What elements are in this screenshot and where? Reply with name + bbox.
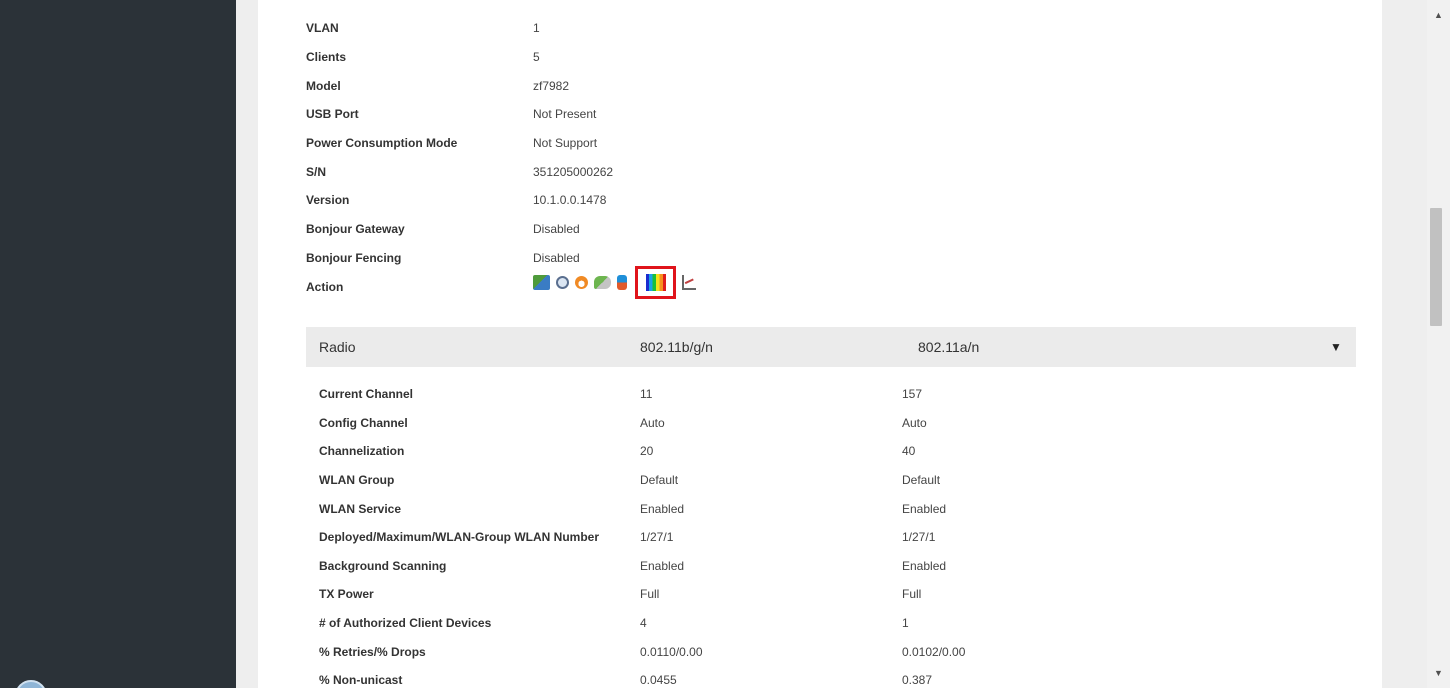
scroll-down-icon[interactable]: ▼: [1427, 660, 1450, 686]
radio-row-label: WLAN Group: [319, 473, 395, 488]
radio-row-label: Channelization: [319, 444, 405, 459]
radio-value-24: 11: [640, 387, 653, 402]
radio-row-label: WLAN Service: [319, 501, 402, 516]
info-value: zf7982: [533, 78, 570, 93]
radio-value-24: 0.0455: [640, 673, 677, 688]
scroll-thumb[interactable]: [1430, 208, 1442, 326]
info-row-usb-port: USB Port Not Present: [306, 100, 696, 129]
info-label: USB Port: [306, 107, 359, 122]
info-label: Model: [306, 78, 341, 93]
vertical-scrollbar[interactable]: ▲ ▼: [1427, 0, 1450, 688]
info-label: Bonjour Gateway: [306, 222, 405, 237]
radio-value-24: Full: [640, 587, 660, 602]
highlight-box: [635, 266, 676, 300]
table-row: Config Channel Auto Auto: [306, 409, 1356, 438]
radio-header-24ghz: 802.11b/g/n: [640, 339, 713, 355]
radio-row-label: Deployed/Maximum/WLAN-Group WLAN Number: [319, 530, 600, 545]
map-icon[interactable]: [533, 275, 550, 291]
radio-row-label: # of Authorized Client Devices: [319, 616, 492, 631]
ap-info-table: VLAN 1 Clients 5 Model zf7982 USB Port N…: [306, 14, 696, 301]
avatar[interactable]: [15, 680, 47, 688]
radio-value-5: Enabled: [902, 501, 947, 516]
info-value: Not Present: [533, 107, 597, 122]
table-row: Deployed/Maximum/WLAN-Group WLAN Number …: [306, 523, 1356, 552]
radio-header-label: Radio: [319, 339, 356, 355]
radio-value-24: Enabled: [640, 501, 685, 516]
table-row: TX Power Full Full: [306, 580, 1356, 609]
table-row: WLAN Group Default Default: [306, 466, 1356, 495]
radio-row-label: % Non-unicast: [319, 673, 403, 688]
restart-icon[interactable]: [556, 276, 569, 290]
radio-value-5: 1: [902, 616, 909, 631]
table-row: Background Scanning Enabled Enabled: [306, 552, 1356, 581]
radio-value-5: 157: [902, 387, 923, 402]
info-value: Not Support: [533, 136, 598, 151]
info-label: Power Consumption Mode: [306, 136, 458, 151]
ap-detail-panel: VLAN 1 Clients 5 Model zf7982 USB Port N…: [258, 0, 1382, 688]
info-value: 5: [533, 50, 540, 65]
info-row-action: Action: [306, 266, 696, 301]
right-gutter: [1382, 0, 1427, 688]
table-row: % Retries/% Drops 0.0110/0.00 0.0102/0.0…: [306, 637, 1356, 666]
swap-icon[interactable]: [617, 275, 627, 291]
radio-value-24: Default: [640, 473, 679, 488]
radio-value-5: 40: [902, 444, 916, 459]
radio-value-5: Default: [902, 473, 941, 488]
info-label: Bonjour Fencing: [306, 250, 402, 265]
info-value: Disabled: [533, 250, 580, 265]
radio-value-24: 4: [640, 616, 647, 631]
radio-row-label: % Retries/% Drops: [319, 644, 426, 659]
left-gutter: [236, 0, 258, 688]
info-value: 351205000262: [533, 164, 614, 179]
radio-header: Radio 802.11b/g/n 802.11a/n ▼: [306, 327, 1356, 367]
info-label: S/N: [306, 164, 327, 179]
scroll-up-icon[interactable]: ▲: [1427, 2, 1450, 28]
info-row-clients: Clients 5: [306, 43, 696, 72]
info-row-serial: S/N 351205000262: [306, 157, 696, 186]
info-row-bonjour-gateway: Bonjour Gateway Disabled: [306, 215, 696, 244]
radio-header-5ghz: 802.11a/n: [918, 339, 980, 355]
radio-value-5: Auto: [902, 415, 927, 430]
table-row: # of Authorized Client Devices 4 1: [306, 609, 1356, 638]
table-row: % Non-unicast 0.0455 0.387: [306, 666, 1356, 688]
info-value: Disabled: [533, 222, 580, 237]
radio-value-5: Full: [902, 587, 922, 602]
radio-value-24: 1/27/1: [640, 530, 674, 545]
radio-value-5: Enabled: [902, 558, 947, 573]
table-row: WLAN Service Enabled Enabled: [306, 494, 1356, 523]
radio-value-24: 0.0110/0.00: [640, 644, 703, 659]
info-row-version: Version 10.1.0.0.1478: [306, 186, 696, 215]
radio-value-5: 1/27/1: [902, 530, 936, 545]
table-row: Current Channel 11 157: [306, 380, 1356, 409]
info-label: Clients: [306, 50, 347, 65]
radio-row-label: Config Channel: [319, 415, 408, 430]
info-row-power-mode: Power Consumption Mode Not Support: [306, 129, 696, 158]
speedflex-icon[interactable]: [575, 276, 588, 290]
action-label: Action: [306, 279, 344, 294]
info-value: 1: [533, 21, 540, 36]
radio-table: Current Channel 11 157 Config Channel Au…: [306, 380, 1356, 688]
radio-value-24: 20: [640, 444, 654, 459]
radio-value-5: 0.0102/0.00: [902, 644, 966, 659]
sidebar: [0, 0, 236, 688]
radio-value-24: Auto: [640, 415, 665, 430]
info-row-model: Model zf7982: [306, 71, 696, 100]
chat-icon[interactable]: [594, 276, 611, 290]
action-icons: [533, 266, 696, 300]
radio-row-label: Current Channel: [319, 387, 414, 402]
radio-value-5: 0.387: [902, 673, 933, 688]
info-label: VLAN: [306, 21, 339, 36]
table-row: Channelization 20 40: [306, 437, 1356, 466]
info-row-vlan: VLAN 1: [306, 14, 696, 43]
chart-icon[interactable]: [682, 275, 696, 291]
info-label: Version: [306, 193, 350, 208]
info-value: 10.1.0.0.1478: [533, 193, 607, 208]
spectrum-analysis-icon[interactable]: [645, 274, 666, 292]
radio-row-label: TX Power: [319, 587, 374, 602]
radio-row-label: Background Scanning: [319, 558, 447, 573]
radio-value-24: Enabled: [640, 558, 685, 573]
caret-down-icon[interactable]: ▼: [1316, 340, 1356, 354]
